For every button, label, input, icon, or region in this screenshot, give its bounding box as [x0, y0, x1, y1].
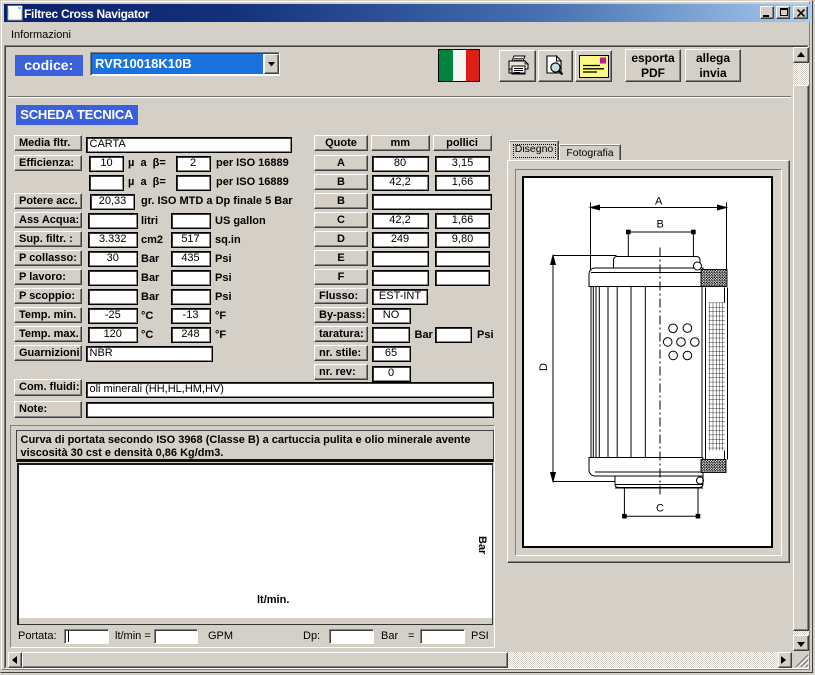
- svg-text:A: A: [655, 195, 663, 207]
- svg-text:D: D: [538, 363, 550, 371]
- svg-text:C: C: [656, 502, 664, 514]
- svg-text:B: B: [657, 218, 664, 230]
